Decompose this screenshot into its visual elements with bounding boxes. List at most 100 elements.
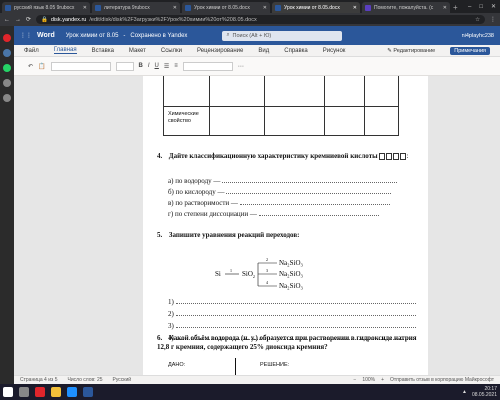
answer-line[interactable] — [175, 310, 416, 316]
edit-mode-dropdown[interactable]: ✎ Редактирование — [387, 48, 435, 54]
user-name[interactable]: ni4playhc238 — [462, 33, 494, 39]
vk-sidebar-icon[interactable] — [3, 49, 11, 57]
close-window-button[interactable]: ✕ — [491, 2, 496, 13]
question-6-text-block: 6. Какой объём водорода (н. у.) образует… — [157, 334, 419, 351]
menu-tab[interactable]: Рецензирование — [197, 48, 243, 54]
menu-tab[interactable]: Справка — [284, 48, 308, 54]
browser-tab[interactable]: Помогите, пожалуйста. (с ✕ — [362, 2, 450, 13]
q4-item: б) по кислороду — — [168, 188, 418, 197]
whatsapp-sidebar-icon[interactable] — [3, 64, 11, 72]
answer-number: 2) — [168, 310, 174, 318]
clipboard-icon[interactable]: 📋 — [38, 63, 45, 70]
edge-taskbar-icon[interactable] — [67, 387, 77, 397]
zoom-level[interactable]: 100% — [362, 377, 375, 383]
forward-icon[interactable]: → — [15, 17, 21, 23]
tab-close-icon[interactable]: ✕ — [443, 5, 447, 11]
menu-tab[interactable]: Макет — [129, 48, 146, 54]
answer-row: 2) — [168, 310, 416, 318]
tab-close-icon[interactable]: ✕ — [353, 5, 357, 11]
word-taskbar-icon[interactable] — [83, 387, 93, 397]
app-launcher-icon[interactable]: ⋮⋮ — [20, 32, 32, 39]
language[interactable]: Русский — [113, 377, 132, 383]
answer-line[interactable] — [226, 188, 392, 194]
search-box[interactable]: ⌕ Поиск (Alt + Ю) — [222, 30, 343, 41]
start-taskbar-icon[interactable] — [3, 387, 13, 397]
zoom-out-icon[interactable]: − — [353, 377, 356, 383]
browser-sidebar — [0, 26, 14, 400]
answer-line[interactable] — [258, 210, 379, 216]
doc-title[interactable]: Урок химии от 8.05 — [66, 33, 119, 39]
tab-close-icon[interactable]: ✕ — [173, 5, 177, 11]
tab-close-icon[interactable]: ✕ — [83, 5, 87, 11]
search-taskbar-icon[interactable] — [19, 387, 29, 397]
browser-tab[interactable]: литература 9rubocx ✕ — [92, 2, 180, 13]
scheme-product: Na₂SiO₃ — [279, 282, 303, 290]
answer-line[interactable] — [175, 298, 416, 304]
menu-tab[interactable]: Файл — [24, 48, 39, 54]
font-family-select[interactable] — [50, 61, 111, 71]
answer-row: 1) — [168, 298, 416, 306]
menu-tab[interactable]: Вид — [258, 48, 269, 54]
browser-tab[interactable]: Урок химии от 8.05.docx ✕ — [272, 2, 360, 13]
q4-item: в) по растворимости — — [168, 199, 418, 208]
tab-favicon-icon — [5, 4, 11, 11]
menu-tab[interactable]: Главная — [53, 47, 77, 54]
question-text: Запишите уравнения реакций переходов: — [168, 231, 300, 239]
answer-line[interactable] — [175, 322, 416, 328]
question-text: Какой объём водорода (н. у.) образуется … — [157, 334, 417, 351]
browser-tab[interactable]: русский язык 8.05 9rubocx ✕ — [2, 2, 90, 13]
zoom-in-icon[interactable]: + — [381, 377, 384, 383]
explorer-taskbar-icon[interactable] — [51, 387, 61, 397]
minimize-button[interactable]: – — [468, 2, 471, 13]
properties-table: Химические свойство — [163, 76, 399, 136]
question-4: 4. Дайте классификационную характеристик… — [157, 152, 409, 160]
q4-item-text: б) по кислороду — — [168, 188, 225, 196]
scheme-sio2: SiO2 — [242, 270, 255, 279]
reload-icon[interactable]: ⟳ — [26, 16, 31, 23]
bookmark-star-icon[interactable]: ☆ — [475, 17, 480, 23]
maximize-button[interactable]: □ — [479, 2, 483, 13]
font-size-select[interactable] — [115, 61, 134, 71]
new-tab-button[interactable]: + — [453, 2, 458, 13]
edit-mode-label: Редактирование — [393, 47, 436, 54]
opera-sidebar-icon[interactable] — [3, 34, 11, 42]
table-divider — [164, 106, 398, 107]
bold-icon[interactable]: B — [139, 63, 143, 69]
q4-item-text: а) по водороду — — [168, 177, 221, 185]
comments-button[interactable]: Примечания — [450, 46, 490, 55]
opera-taskbar-icon[interactable] — [35, 387, 45, 397]
network-icon[interactable]: ▲ — [462, 389, 467, 395]
tab-close-icon[interactable]: ✕ — [263, 5, 267, 11]
menu-tab[interactable]: Рисунок — [323, 48, 346, 54]
answer-line[interactable] — [222, 177, 398, 183]
ribbon-toolbar: ↶ 📋 B I U ☰ ≡ ⋯ — [14, 57, 500, 76]
answer-line[interactable] — [239, 199, 390, 205]
italic-icon[interactable]: I — [148, 63, 150, 69]
window-controls: – □ ✕ — [468, 2, 500, 13]
more-icon[interactable]: ⋯ — [238, 63, 244, 70]
document-page[interactable]: Химические свойство 4. Дайте классификац… — [143, 76, 428, 375]
underline-icon[interactable]: U — [155, 63, 159, 69]
menu-tab[interactable]: Ссылки — [161, 48, 182, 54]
document-area[interactable]: Химические свойство 4. Дайте классификац… — [14, 76, 500, 375]
tab-title: Урок химии от 8.05.docx — [284, 4, 340, 11]
align-icon[interactable]: ≡ — [174, 63, 178, 69]
browser-tab[interactable]: Урок химии от 8.05.docx ✕ — [182, 2, 270, 13]
back-icon[interactable]: ← — [4, 17, 10, 23]
bullets-icon[interactable]: ☰ — [164, 63, 169, 70]
scheme-num: 2 — [266, 257, 268, 262]
tab-title: русский язык 8.05 9rubocx — [14, 4, 75, 11]
question-number: 5. — [157, 231, 163, 239]
q4-item: г) по степени диссоциации — — [168, 210, 418, 219]
clock-sidebar-icon[interactable] — [3, 79, 11, 87]
styles-gallery[interactable] — [182, 61, 233, 71]
menu-dots-icon[interactable]: ⋮ — [490, 16, 496, 23]
undo-icon[interactable]: ↶ — [28, 63, 33, 70]
url-field[interactable]: 🔒 disk.yandex.ru/edit/disk/disk%2F3агруз… — [36, 15, 485, 24]
q4-item-text: в) по растворимости — — [168, 199, 238, 207]
heart-sidebar-icon[interactable] — [3, 94, 11, 102]
question-5: 5. Запишите уравнения реакций переходов: — [157, 231, 299, 240]
menu-tab[interactable]: Вставка — [92, 48, 114, 54]
title-separator: - — [123, 32, 126, 39]
feedback-link[interactable]: Отправить отзыв в корпорацию Майкрософт — [390, 377, 494, 383]
